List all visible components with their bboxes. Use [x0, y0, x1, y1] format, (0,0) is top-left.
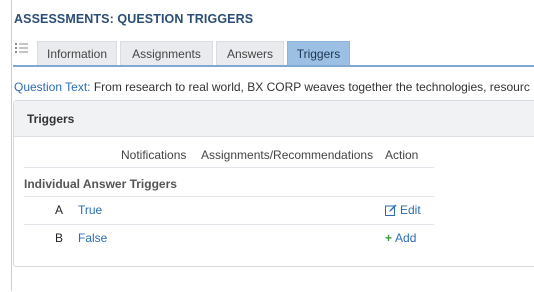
question-text: Question Text: From research to real wor… — [14, 80, 530, 94]
plus-icon: + — [385, 231, 393, 245]
tab-assignments[interactable]: Assignments — [120, 41, 213, 65]
edit-button[interactable]: Edit — [385, 203, 421, 219]
tab-information[interactable]: Information — [37, 41, 117, 65]
column-notifications: Notifications — [121, 148, 187, 162]
column-assignments-recommendations: Assignments/Recommendations — [201, 148, 374, 162]
panel-header: Triggers — [14, 101, 534, 137]
question-label: Question Text: — [14, 80, 91, 94]
edit-label: Edit — [400, 203, 421, 217]
list-icon[interactable] — [15, 42, 28, 54]
tab-triggers[interactable]: Triggers — [287, 41, 350, 65]
page-title: ASSESSMENTS: QUESTION TRIGGERS — [14, 12, 254, 26]
add-button[interactable]: + Add — [385, 231, 416, 245]
question-body: From research to real world, BX CORP wea… — [93, 80, 530, 94]
tab-bar: Information Assignments Answers Triggers — [13, 37, 534, 67]
answer-false-link[interactable]: False — [78, 231, 107, 245]
group-divider — [24, 196, 434, 197]
edit-icon — [385, 204, 397, 219]
answer-letter: B — [55, 231, 64, 245]
row-divider — [24, 224, 434, 225]
header-divider — [24, 167, 434, 168]
answer-true-link[interactable]: True — [78, 203, 102, 217]
column-action: Action — [385, 148, 419, 162]
group-label: Individual Answer Triggers — [24, 177, 177, 191]
tab-answers[interactable]: Answers — [216, 41, 284, 65]
panel-title: Triggers — [27, 112, 75, 126]
answer-letter: A — [55, 203, 64, 217]
add-label: Add — [395, 231, 417, 245]
